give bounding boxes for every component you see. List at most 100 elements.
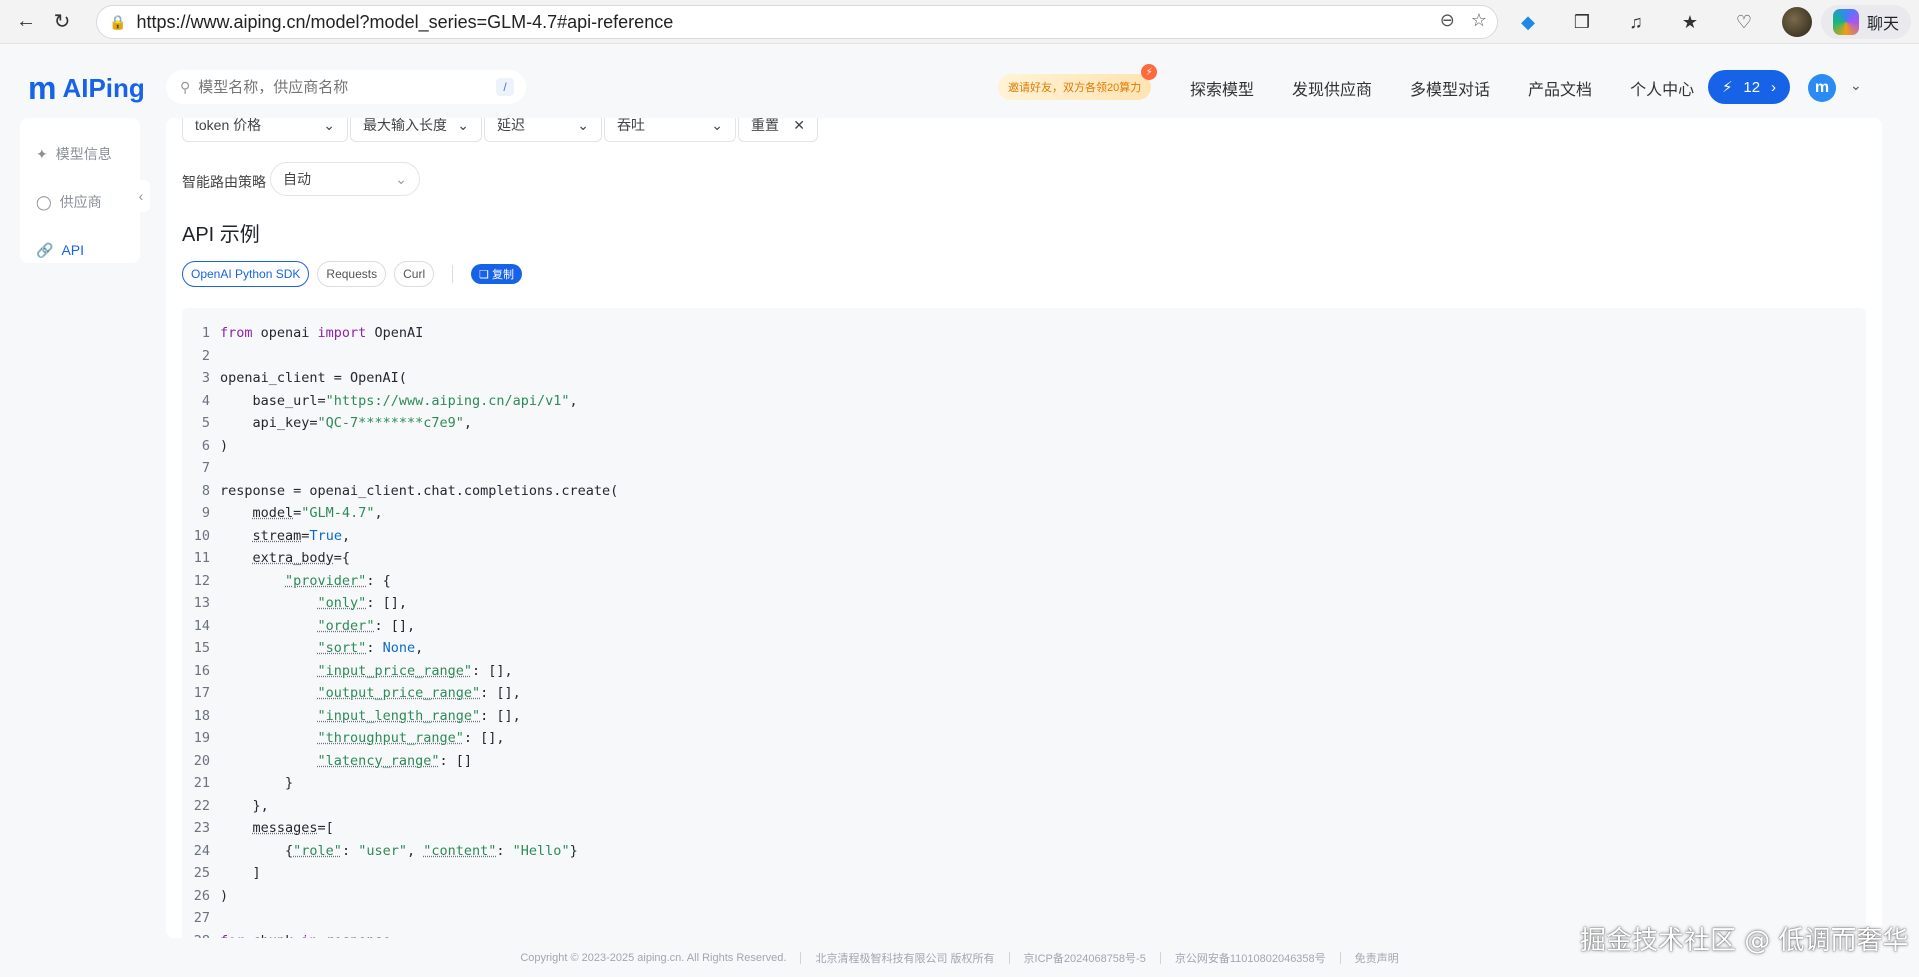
nav-discover-providers[interactable]: 发现供应商 — [1292, 76, 1372, 100]
divider — [800, 952, 802, 964]
lightning-icon: ⚡ — [1141, 64, 1158, 80]
code-line: 4 base_url="https://www.aiping.cn/api/v1… — [201, 392, 578, 409]
tab-curl[interactable]: Curl — [394, 261, 435, 287]
invite-text: 邀请好友，双方各领20算力 — [1008, 82, 1142, 94]
music-icon[interactable]: ♫ — [1620, 6, 1652, 38]
code-line: 8 response = openai_client.chat.completio… — [201, 482, 619, 499]
copy-button[interactable]: ❏ 复制 — [471, 264, 522, 284]
credits-button[interactable]: ⚡ 12 › — [1708, 70, 1790, 104]
sidebar-item-api[interactable]: 🔗 API — [20, 226, 140, 274]
chevron-down-icon: ⌄ — [323, 118, 335, 133]
nav-explore-models[interactable]: 探索模型 — [1190, 76, 1254, 100]
chevron-down-icon: ⌄ — [395, 170, 407, 187]
user-avatar[interactable]: m — [1808, 74, 1836, 102]
nav-docs[interactable]: 产品文档 — [1528, 76, 1592, 100]
code-line: 20 "latency_range": [] — [193, 752, 472, 769]
filter-token-price[interactable]: token 价格 ⌄ — [182, 118, 348, 142]
filter-throughput[interactable]: 吞吐 ⌄ — [604, 118, 736, 142]
chat-button[interactable]: 聊天 — [1820, 5, 1911, 39]
top-nav: 探索模型 发现供应商 多模型对话 产品文档 个人中心 — [1190, 76, 1694, 100]
search-input[interactable] — [198, 78, 489, 96]
profile-avatar[interactable] — [1782, 7, 1812, 37]
code-line: 2 — [201, 347, 210, 364]
logo-mark-icon: m — [28, 70, 57, 106]
divider — [1008, 952, 1010, 964]
sidebar-item-label: 模型信息 — [55, 146, 112, 162]
watermark: 掘金技术社区 @ 低调而奢华 — [1580, 926, 1909, 956]
copy-label: 复制 — [492, 269, 514, 281]
code-line: 3 openai_client = OpenAI( — [201, 370, 407, 386]
code-line: 1 from openai import OpenAI — [201, 325, 424, 341]
sparkle-icon: ✦ — [36, 145, 48, 162]
zoom-out-icon[interactable]: ⊖ — [1440, 10, 1455, 31]
section-sidebar: ✦ 模型信息 ◯ 供应商 🔗 API — [20, 118, 140, 263]
chevron-down-icon[interactable]: ⌄ — [1850, 77, 1862, 94]
filter-label: 最大输入长度 — [363, 118, 447, 133]
filter-latency[interactable]: 延迟 ⌄ — [484, 118, 602, 142]
extension-cube-icon[interactable]: ◆ — [1512, 6, 1544, 38]
nav-multi-model-chat[interactable]: 多模型对话 — [1410, 76, 1490, 100]
footer-company: 北京清程极智科技有限公司 版权所有 — [815, 953, 995, 965]
code-line: 24 {"role": "user", "content": "Hello"} — [193, 842, 578, 859]
favorite-star-icon[interactable]: ☆ — [1471, 10, 1487, 31]
link-icon: 🔗 — [36, 241, 54, 258]
code-line: 22 }, — [193, 797, 269, 814]
credits-count: 12 — [1743, 78, 1761, 96]
puzzle-icon[interactable]: ❒ — [1566, 6, 1598, 38]
filter-label: token 价格 — [195, 118, 262, 133]
code-line: 16 "input_price_range": [], — [193, 662, 513, 679]
filter-label: 重置 — [751, 118, 779, 133]
nav-personal-center[interactable]: 个人中心 — [1630, 76, 1694, 100]
chevron-down-icon: ⌄ — [711, 118, 723, 133]
code-line: 9 model="GLM-4.7", — [201, 505, 383, 521]
lightning-icon: ⚡ — [1722, 79, 1733, 96]
search-box[interactable]: ⚲ / — [166, 70, 526, 104]
code-line: 5 api_key="QC-7********c7e9", — [201, 415, 472, 431]
code-line: 7 — [201, 460, 210, 476]
close-icon: ✕ — [793, 118, 805, 133]
code-line: 17 "output_price_range": [], — [193, 685, 521, 701]
footer-police[interactable]: 京公网安备11010802046358号 — [1175, 950, 1326, 966]
lock-icon: 🔒 — [109, 13, 127, 30]
logo[interactable]: m AIPing — [28, 70, 145, 107]
address-bar[interactable]: 🔒 https://www.aiping.cn/model?model_seri… — [96, 5, 1498, 39]
reset-button[interactable]: 重置 ✕ — [738, 118, 818, 142]
invite-banner[interactable]: 邀请好友，双方各领20算力 ⚡ — [998, 64, 1158, 100]
code-line: 25 ] — [193, 865, 261, 881]
code-line: 26) — [193, 887, 229, 904]
strategy-select[interactable]: 自动 ⌄ — [270, 162, 420, 196]
footer-disclaimer[interactable]: 免责声明 — [1355, 950, 1399, 966]
sidebar-item-model-info[interactable]: ✦ 模型信息 — [20, 130, 140, 178]
filter-max-input[interactable]: 最大输入长度 ⌄ — [350, 118, 482, 142]
code-block: 1 from openai import OpenAI 2 3 openai_cli… — [182, 308, 1866, 938]
chat-label: 聊天 — [1866, 16, 1899, 33]
copy-icon: ❏ — [479, 268, 489, 281]
sidebar-item-label: 供应商 — [59, 194, 102, 210]
copilot-icon — [1832, 9, 1859, 35]
collapse-sidebar-button[interactable]: ‹ — [132, 180, 150, 212]
strategy-label: 智能路由策略 — [182, 174, 266, 190]
sidebar-item-providers[interactable]: ◯ 供应商 — [20, 178, 140, 226]
tab-requests[interactable]: Requests — [317, 261, 387, 287]
favorites-icon[interactable]: ★ — [1674, 6, 1706, 38]
refresh-icon[interactable]: ↻ — [44, 4, 80, 40]
code-line: 11 extra_body={ — [193, 550, 351, 566]
search-shortcut: / — [496, 78, 514, 96]
back-icon[interactable]: ← — [8, 4, 44, 40]
chevron-right-icon: › — [1770, 78, 1776, 96]
code-line: 12 "provider": { — [193, 572, 391, 589]
footer-icp[interactable]: 京ICP备2024068758号-5 — [1024, 950, 1146, 966]
divider — [1159, 952, 1161, 964]
footer-copyright: Copyright © 2023-2025 aiping.cn. All Rig… — [520, 952, 787, 964]
code-line: 15 "sort": None, — [193, 640, 424, 656]
code-line: 18 "input_length_range": [], — [193, 707, 521, 724]
robot-icon: ◯ — [36, 193, 52, 210]
api-section-title: API 示例 — [182, 224, 260, 246]
main-panel: token 价格 ⌄ 最大输入长度 ⌄ 延迟 ⌄ 吞吐 ⌄ 重置 ✕ 智能路由策略 自动 … — [166, 118, 1882, 938]
heart-pulse-icon[interactable]: ♡ — [1728, 6, 1760, 38]
filter-label: 延迟 — [497, 118, 525, 133]
chevron-down-icon: ⌄ — [457, 118, 469, 133]
chevron-down-icon: ⌄ — [577, 118, 589, 133]
code-line: 21 } — [193, 775, 294, 791]
tab-openai-python-sdk[interactable]: OpenAI Python SDK — [182, 261, 310, 287]
